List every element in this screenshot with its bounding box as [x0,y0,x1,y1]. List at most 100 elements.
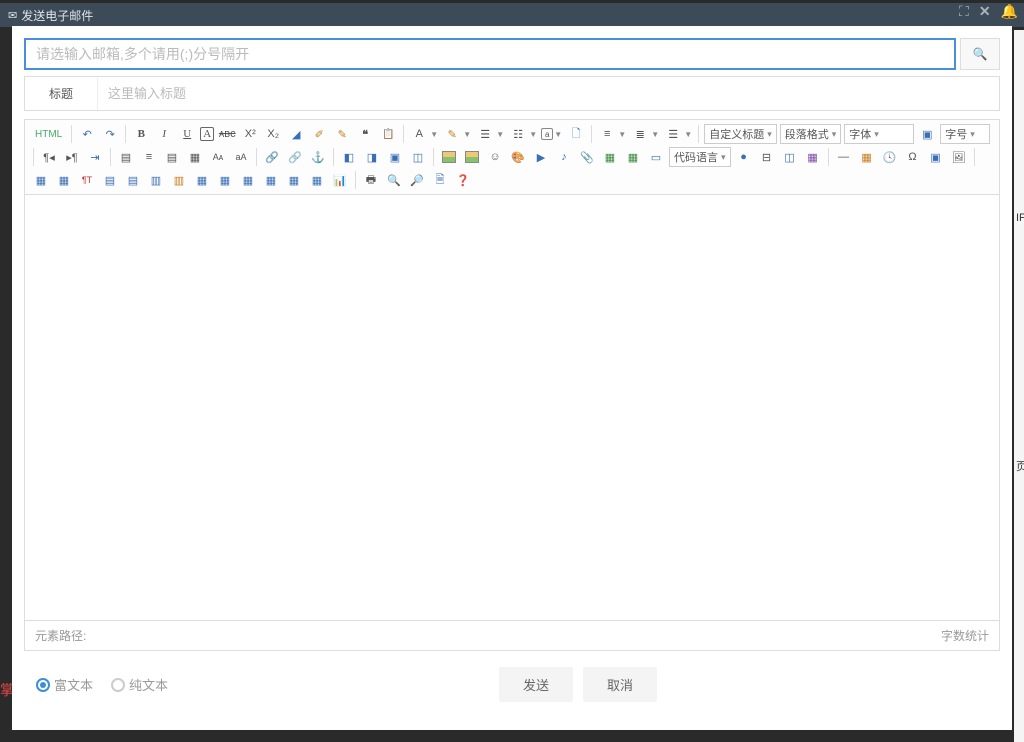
cancel-button[interactable]: 取消 [583,667,657,702]
mergecells-icon[interactable]: ▦ [192,170,212,190]
splitcols-icon[interactable]: ▦ [307,170,327,190]
code-lang-select[interactable]: 代码语言▾ [669,147,731,167]
image-right-icon[interactable]: ◨ [362,147,382,167]
align-center-icon[interactable]: ≡ [139,147,159,167]
mergedown-icon[interactable]: ▦ [238,170,258,190]
fontborder-icon[interactable]: A [200,127,214,141]
rowspacing-bottom-icon[interactable]: ≣▼ [630,124,660,144]
search-replace-icon[interactable]: 🔎 [407,170,427,190]
video-icon[interactable]: ▶ [531,147,551,167]
ordered-list-icon[interactable]: ☰▼ [475,124,505,144]
word-count-label[interactable]: 字数统计 [941,627,989,644]
close-icon[interactable]: ✕ [979,3,991,20]
emotion-icon[interactable]: ☺ [485,147,505,167]
deletetable-icon[interactable]: ▦ [54,170,74,190]
strikethrough-icon[interactable]: ᴀʙᴄ [217,124,237,144]
subscript-icon[interactable]: X₂ [263,124,283,144]
undo-icon[interactable]: ↶ [77,124,97,144]
modal-header: ✉ 发送电子邮件 [0,3,1024,27]
rowspacing-top-icon[interactable]: ≡▼ [597,124,627,144]
touppercase-icon[interactable]: Aᴀ [208,147,228,167]
removeformat-icon[interactable]: ◢ [286,124,306,144]
insertimage-icon[interactable] [462,147,482,167]
horizontal-icon[interactable]: — [834,147,854,167]
align-right-icon[interactable]: ▤ [162,147,182,167]
forecolor-button[interactable]: A▼ [409,124,439,144]
scrawl-icon[interactable]: 🎨 [508,147,528,167]
print-icon[interactable]: 🖶 [361,170,381,190]
attachment-icon[interactable]: 📎 [577,147,597,167]
radio-plaintext[interactable]: 纯文本 [111,675,168,694]
deleterow-icon[interactable]: ▤ [123,170,143,190]
background-icon[interactable]: ▦ [803,147,823,167]
recipients-search-button[interactable]: 🔍 [960,38,1000,70]
underline-icon[interactable]: U [177,124,197,144]
lineheight-icon[interactable]: ☰▼ [663,124,693,144]
insertframe-icon[interactable]: ▭ [646,147,666,167]
selectall-icon[interactable]: a▼ [541,124,563,144]
image-left-icon[interactable]: ◧ [339,147,359,167]
align-left-icon[interactable]: ▤ [116,147,136,167]
mergeright-icon[interactable]: ▦ [215,170,235,190]
gmap-icon[interactable]: ▦ [623,147,643,167]
expand-icon[interactable]: ⛶ [959,3,969,20]
pasteplain-icon[interactable]: 📋 [378,124,398,144]
help-icon[interactable]: ❓ [453,170,473,190]
insert-para-before-icon[interactable]: ¶T [77,170,97,190]
charts-icon[interactable]: 📊 [330,170,350,190]
splitcells-icon[interactable]: ▦ [261,170,281,190]
align-justify-icon[interactable]: ▦ [185,147,205,167]
insertrow-icon[interactable]: ▤ [100,170,120,190]
bold-icon[interactable]: B [131,124,151,144]
bell-icon[interactable]: 🔔 [1001,3,1018,20]
image-none-icon[interactable]: ◫ [408,147,428,167]
blockquote-icon[interactable]: ❝ [355,124,375,144]
superscript-icon[interactable]: X² [240,124,260,144]
recipients-input[interactable] [24,38,956,70]
splitrows-icon[interactable]: ▦ [284,170,304,190]
redo-icon[interactable]: ↷ [100,124,120,144]
date-icon[interactable]: ▦ [857,147,877,167]
inserttable-icon[interactable]: ▦ [31,170,51,190]
backcolor-button[interactable]: ✎▼ [442,124,472,144]
spechars-icon[interactable]: Ω [903,147,923,167]
time-icon[interactable]: 🕓 [880,147,900,167]
rtl-icon[interactable]: ▸¶ [62,147,82,167]
unordered-list-icon[interactable]: ☷▼ [508,124,538,144]
anchor-icon[interactable]: ⚓ [308,147,328,167]
cleardoc-icon[interactable]: 🗋 [566,124,586,144]
preview-icon[interactable]: 🔍 [384,170,404,190]
formatmatch-icon[interactable]: ✐ [309,124,329,144]
autotypeset-icon[interactable]: ✎ [332,124,352,144]
tolowercase-icon[interactable]: aA [231,147,251,167]
unlink-icon[interactable]: 🔗 [285,147,305,167]
fullscreen-icon[interactable]: ▣ [917,124,937,144]
custom-title-select[interactable]: 自定义标题▾ [704,124,777,144]
pagebreak-icon[interactable]: ⊟ [757,147,777,167]
subject-input[interactable] [98,77,999,110]
indent-icon[interactable]: ⇥ [85,147,105,167]
insertcol-icon[interactable]: ▥ [146,170,166,190]
template-icon[interactable]: ◫ [780,147,800,167]
simpleupload-icon[interactable] [439,147,459,167]
source-button[interactable]: HTML [31,124,66,144]
para-format-select[interactable]: 段落格式▾ [780,124,842,144]
radio-richtext[interactable]: 富文本 [36,675,93,694]
webapp-icon[interactable]: ● [734,147,754,167]
editor-footer: 元素路径: 字数统计 [25,620,999,650]
image-center-icon[interactable]: ▣ [385,147,405,167]
editor-body[interactable] [25,195,999,620]
link-icon[interactable]: 🔗 [262,147,282,167]
font-size-select[interactable]: 字号▾ [940,124,990,144]
subject-row: 标题 [24,76,1000,111]
send-button[interactable]: 发送 [499,667,573,702]
ltr-icon[interactable]: ¶◂ [39,147,59,167]
italic-icon[interactable]: I [154,124,174,144]
wordimage-icon[interactable]: 🖼 [949,147,969,167]
music-icon[interactable]: ♪ [554,147,574,167]
deletecol-icon[interactable]: ▥ [169,170,189,190]
drafts-icon[interactable]: 🗎 [430,170,450,190]
snapscreen-icon[interactable]: ▣ [926,147,946,167]
map-icon[interactable]: ▦ [600,147,620,167]
font-family-select[interactable]: 字体▾ [844,124,914,144]
